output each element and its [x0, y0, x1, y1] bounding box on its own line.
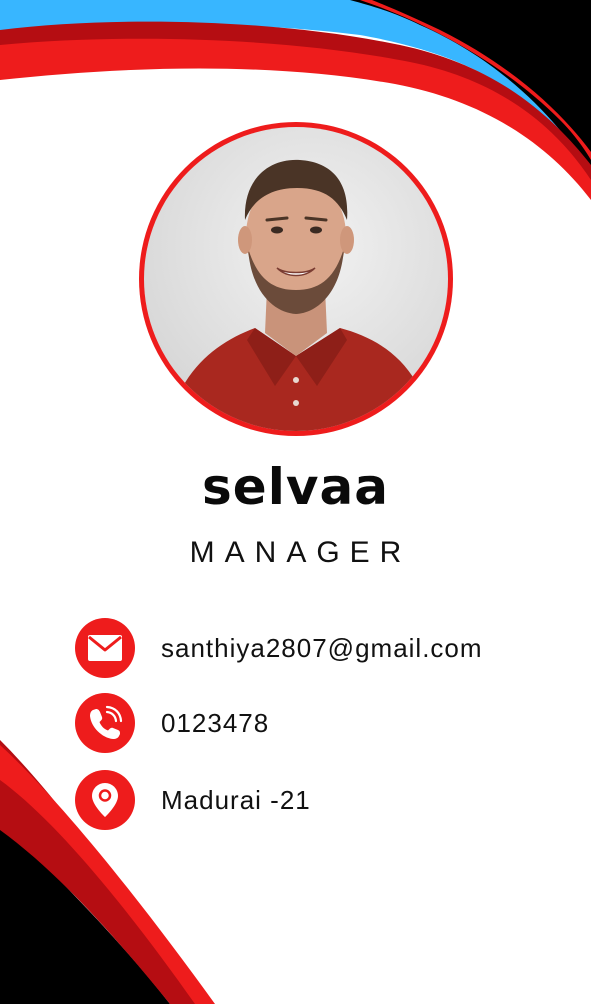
phone-icon — [75, 693, 135, 753]
contact-email-row[interactable]: santhiya2807@gmail.com — [75, 618, 535, 678]
contact-phone-row[interactable]: 0123478 — [75, 693, 535, 753]
contact-phone-text: 0123478 — [161, 707, 270, 738]
business-card: selvaa MANAGER santhiya2807@gmail.com 01… — [0, 0, 591, 1004]
contact-address-row[interactable]: Madurai -21 — [75, 770, 535, 830]
profile-photo — [135, 118, 457, 440]
contact-address-text: Madurai -21 — [161, 784, 311, 815]
location-pin-icon — [75, 770, 135, 830]
mail-icon — [75, 618, 135, 678]
contact-email-text: santhiya2807@gmail.com — [161, 632, 483, 663]
person-name: selvaa — [202, 458, 389, 516]
job-title: MANAGER — [189, 536, 412, 569]
